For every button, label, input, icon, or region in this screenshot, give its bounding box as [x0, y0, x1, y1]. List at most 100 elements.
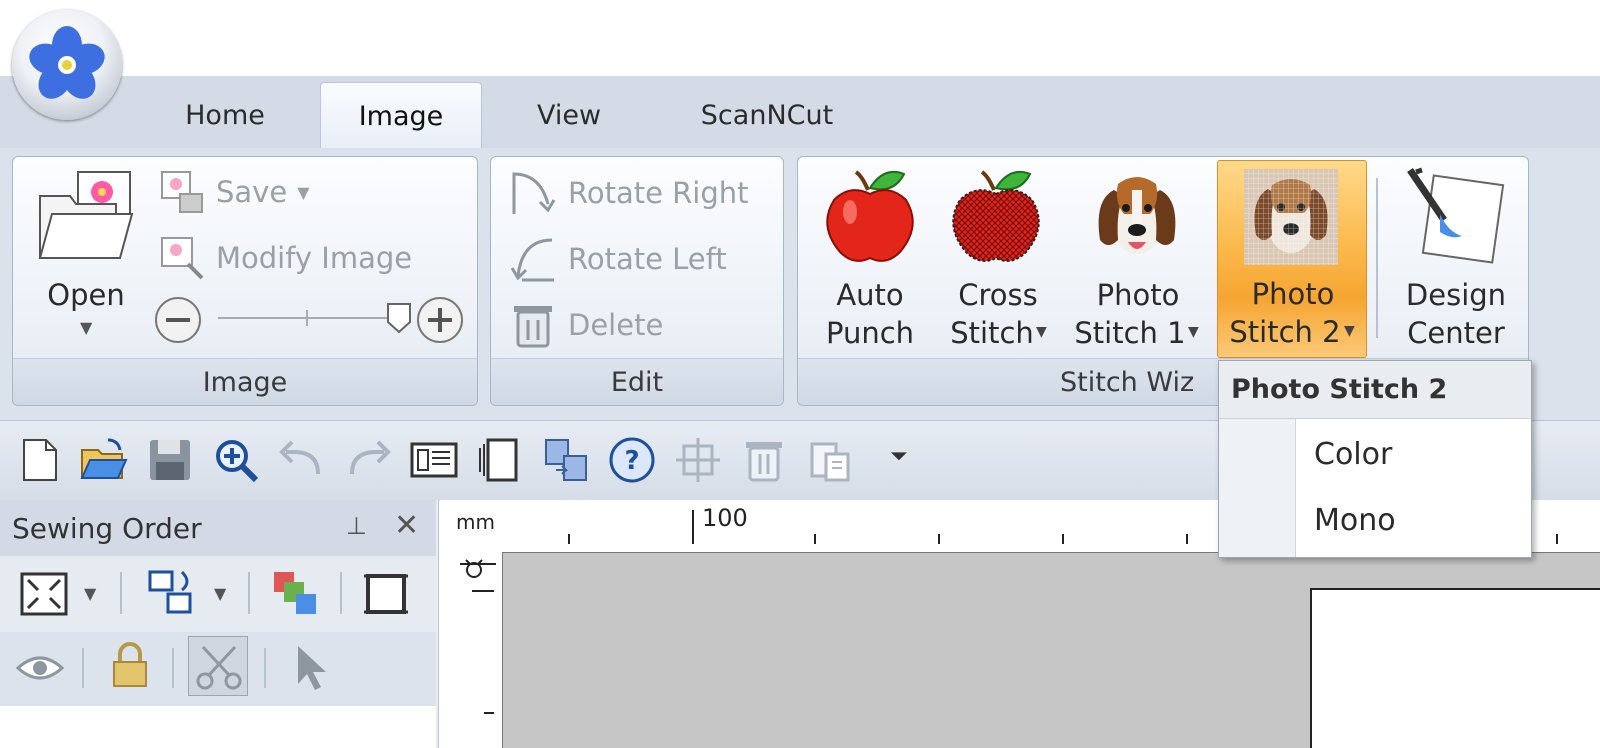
group-label: Edit: [491, 358, 783, 405]
design-center-button[interactable]: Design Center: [1394, 164, 1518, 354]
cross-stitch-button[interactable]: Cross Stitch ▼: [942, 164, 1054, 354]
open-button[interactable]: Open ▼: [30, 166, 142, 346]
zoom-slider[interactable]: [152, 294, 468, 344]
design-center-label-line2: Center: [1407, 316, 1505, 350]
tab-label: Home: [185, 99, 265, 131]
flower-logo-icon: [29, 26, 105, 99]
pixelated-beagle-icon: [1244, 169, 1338, 265]
rotate-left-icon: [510, 238, 554, 282]
cross-stitch-label-line2: Stitch: [950, 316, 1034, 350]
paste-icon[interactable]: [806, 436, 854, 484]
chevron-down-icon: ▼: [80, 318, 93, 337]
ruler-tick: [938, 534, 940, 544]
chevron-down-icon: ▼: [1036, 324, 1047, 340]
save-disk-icon[interactable]: [146, 436, 194, 484]
help-icon[interactable]: ?: [608, 436, 656, 484]
color-order-icon[interactable]: [270, 568, 322, 618]
ruler-unit: mm: [456, 510, 495, 534]
title-bar: [0, 0, 1600, 76]
tab-scanncut[interactable]: ScanNCut: [672, 82, 862, 148]
group-order-icon[interactable]: [146, 566, 198, 618]
modify-image-label: Modify Image: [216, 241, 413, 275]
ruler-label: 100: [702, 504, 748, 532]
zoom-in-icon[interactable]: [212, 436, 260, 484]
chevron-down-icon: ▼: [1344, 323, 1355, 339]
save-label: Save: [216, 175, 288, 209]
cross-stitch-apple-icon: [952, 170, 1040, 262]
delete-trash-icon[interactable]: [740, 436, 788, 484]
app-menu-button[interactable]: [12, 10, 122, 120]
toolbar-separator: [120, 572, 122, 614]
design-property-icon[interactable]: [410, 436, 458, 484]
chevron-down-icon[interactable]: ▼: [214, 584, 226, 603]
menu-icon-gutter: [1219, 419, 1296, 557]
design-center-icon: [1407, 167, 1505, 264]
open-image-icon: [38, 171, 134, 259]
photo-stitch-1-label-line1: Photo: [1096, 278, 1180, 312]
save-button[interactable]: Save ▼: [158, 168, 310, 216]
chevron-down-icon: ▼: [1188, 324, 1199, 340]
ruler-tick: [568, 534, 570, 544]
rotate-right-button[interactable]: Rotate Right: [508, 168, 749, 218]
redo-icon[interactable]: [344, 436, 392, 484]
ruler-tick: [1186, 534, 1188, 544]
menu-item-color[interactable]: Color: [1314, 437, 1392, 472]
customize-toolbar-icon[interactable]: ⏷: [890, 444, 908, 469]
photo-stitch-2-label-line2: Stitch 2: [1229, 315, 1341, 349]
save-image-icon: [161, 171, 203, 213]
chevron-down-icon[interactable]: ▼: [84, 584, 96, 603]
zoom-slider-track: [155, 297, 463, 343]
toolbar-separator: [248, 572, 250, 614]
frame-icon[interactable]: [360, 570, 412, 618]
eye-icon[interactable]: [16, 648, 64, 688]
toolbar-separator: [340, 572, 342, 614]
page-size-icon[interactable]: [476, 436, 524, 484]
tab-home[interactable]: Home: [160, 82, 290, 148]
toolbar-separator: [264, 648, 266, 688]
delete-label: Delete: [568, 308, 664, 342]
beagle-icon: [1098, 177, 1176, 254]
auto-punch-label-line2: Punch: [825, 316, 915, 350]
lock-icon[interactable]: [108, 642, 152, 690]
menu-header: Photo Stitch 2: [1219, 361, 1531, 419]
tab-label: View: [536, 99, 602, 131]
tab-label: Image: [358, 100, 444, 132]
menu-item-mono[interactable]: Mono: [1314, 503, 1396, 538]
pin-icon[interactable]: ⊥: [346, 512, 367, 540]
tab-image[interactable]: Image: [320, 82, 482, 149]
cross-stitch-label-line1: Cross: [958, 278, 1038, 312]
menu-header-text: Photo Stitch 2: [1231, 374, 1448, 405]
photo-stitch-2-button[interactable]: Photo Stitch 2 ▼: [1217, 160, 1367, 358]
undo-icon[interactable]: [278, 436, 326, 484]
ruler-tick: [1062, 534, 1064, 544]
delete-button[interactable]: Delete: [508, 300, 663, 350]
ruler-tick: [1556, 534, 1558, 544]
modify-image-button[interactable]: Modify Image: [158, 234, 412, 282]
sewing-order-list[interactable]: [0, 706, 436, 748]
rotate-right-icon: [512, 172, 556, 214]
cut-button[interactable]: [188, 636, 248, 696]
ruler-tick: [484, 712, 494, 714]
apple-icon: [826, 170, 914, 262]
rotate-left-label: Rotate Left: [568, 242, 727, 276]
photo-stitch-1-button[interactable]: Photo Stitch 1 ▼: [1068, 164, 1208, 354]
transfer-icon[interactable]: [542, 436, 590, 484]
close-icon[interactable]: ✕: [394, 508, 419, 543]
fit-view-icon[interactable]: [18, 570, 70, 618]
auto-punch-button[interactable]: Auto Punch: [820, 164, 920, 354]
rotate-left-button[interactable]: Rotate Left: [508, 234, 727, 284]
open-folder-icon[interactable]: [80, 436, 128, 484]
photo-stitch-1-label-line2: Stitch 1: [1074, 316, 1186, 350]
modify-image-icon: [161, 237, 204, 280]
auto-punch-label-line1: Auto: [836, 278, 904, 312]
tab-view[interactable]: View: [510, 82, 628, 148]
center-icon[interactable]: [674, 436, 722, 484]
embroidery-hoop-area[interactable]: [1310, 588, 1600, 748]
ruler-origin-icon[interactable]: [456, 556, 500, 584]
tab-label: ScanNCut: [700, 99, 834, 131]
ribbon-separator: [1376, 178, 1378, 338]
open-label: Open: [47, 278, 125, 312]
pointer-icon[interactable]: [292, 642, 328, 692]
sewing-order-title: Sewing Order: [0, 500, 436, 556]
new-file-icon[interactable]: [16, 436, 64, 484]
